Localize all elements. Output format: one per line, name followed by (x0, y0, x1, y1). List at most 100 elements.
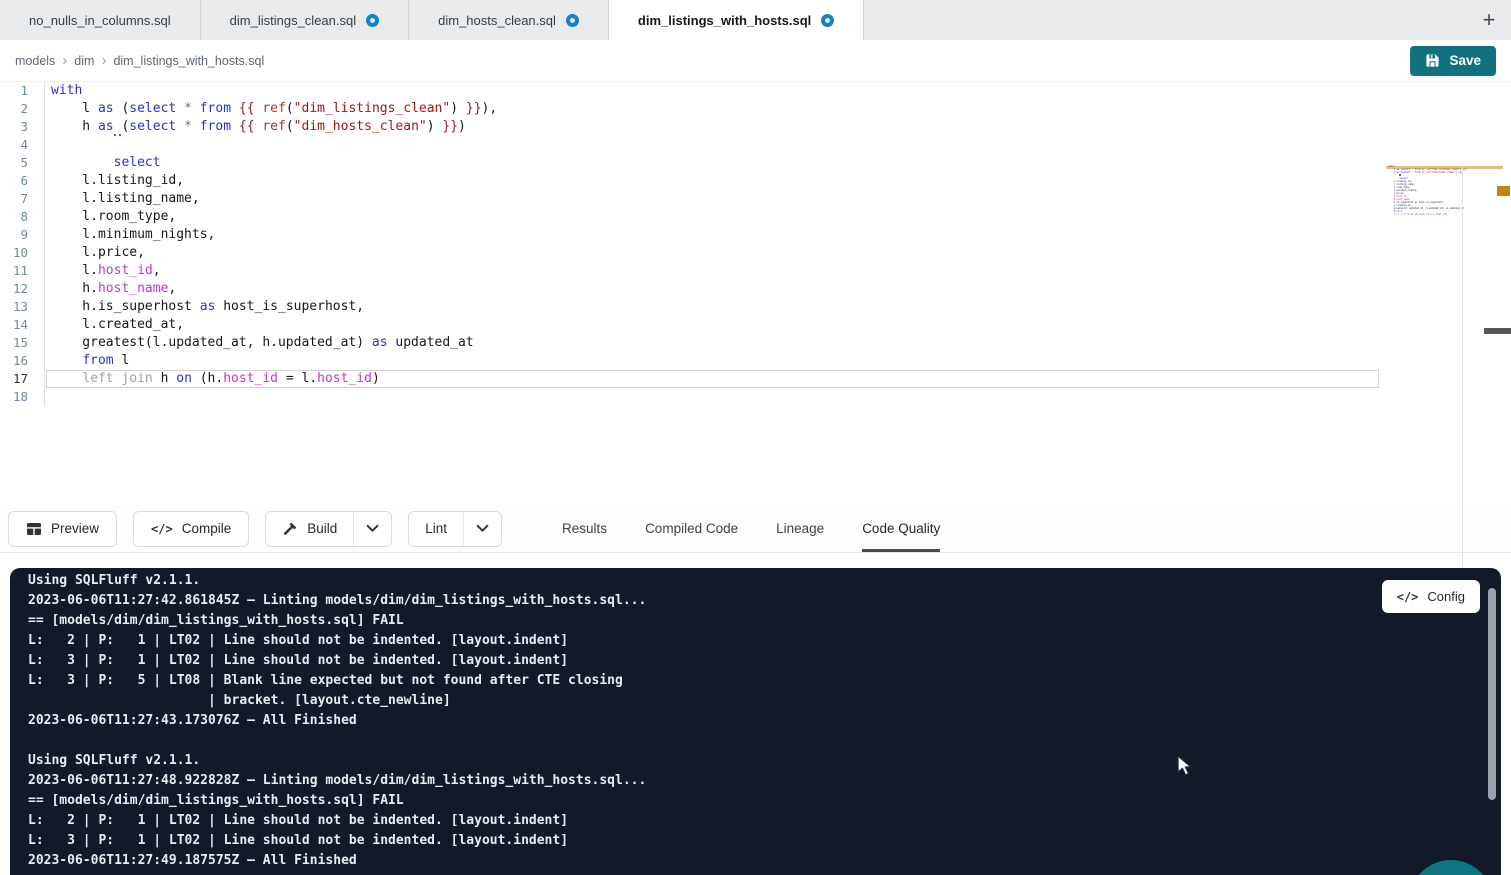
code-line[interactable]: 11 l.host_id, (0, 262, 1386, 280)
terminal-scrollbar[interactable] (1488, 588, 1496, 800)
line-number: 4 (0, 136, 45, 154)
code-line[interactable]: 15 greatest(l.updated_at, h.updated_at) … (0, 334, 1386, 352)
code-line[interactable]: 12 h.host_name, (0, 280, 1386, 298)
terminal-line: L: 3 | P: 5 | LT08 | Blank line expected… (28, 671, 1501, 691)
preview-button[interactable]: Preview (8, 511, 117, 547)
breadcrumb-segment[interactable]: models (15, 54, 55, 68)
terminal-output: Using SQLFluff v2.1.1.2023-06-06T11:27:4… (28, 571, 1501, 871)
code-line[interactable]: 1with (0, 82, 1386, 100)
lint-dropdown-button[interactable] (464, 512, 501, 546)
code-text: left join h on (h.host_id = l.host_id) (45, 370, 380, 388)
tab-label: dim_listings_clean.sql (230, 13, 356, 28)
editor-tab[interactable]: dim_hosts_clean.sql (409, 0, 609, 40)
line-number: 6 (0, 172, 45, 190)
terminal-line: L: 3 | P: 1 | LT02 | Line should not be … (28, 651, 1501, 671)
terminal-line: 2023-06-06T11:27:48.922828Z — Linting mo… (28, 771, 1501, 791)
save-icon (1425, 53, 1440, 68)
new-tab-button[interactable]: + (1467, 0, 1511, 40)
overview-ruler (1462, 164, 1463, 587)
breadcrumb-segment[interactable]: dim_listings_with_hosts.sql (113, 54, 264, 68)
code-line[interactable]: 10 l.price, (0, 244, 1386, 262)
breadcrumb: models›dim›dim_listings_with_hosts.sql (15, 52, 264, 69)
chevron-down-icon (366, 524, 379, 533)
build-button-group: Build (265, 511, 392, 547)
lint-label: Lint (425, 521, 447, 536)
terminal-line: | bracket. [layout.cte_newline] (28, 691, 1501, 711)
build-button[interactable]: Build (266, 512, 353, 546)
code-line[interactable]: 3 h as (select * from {{ ref("dim_hosts_… (0, 118, 1386, 136)
tab-label: no_nulls_in_columns.sql (29, 13, 171, 28)
code-line[interactable]: 16 from l (0, 352, 1386, 370)
line-number: 7 (0, 190, 45, 208)
code-text: with (45, 82, 82, 100)
chevron-down-icon (476, 524, 489, 533)
config-button[interactable]: </> Config (1382, 580, 1480, 613)
line-number: 13 (0, 298, 45, 316)
code-text: l.minimum_nights, (45, 226, 215, 244)
terminal-line: 2023-06-06T11:27:49.187575Z — All Finish… (28, 851, 1501, 871)
panel-tab-results[interactable]: Results (562, 505, 607, 552)
line-number: 12 (0, 280, 45, 298)
code-text: l.listing_name, (45, 190, 200, 208)
breadcrumb-segment[interactable]: dim (74, 54, 94, 68)
line-number: 3 (0, 118, 45, 136)
preview-label: Preview (51, 521, 99, 536)
editor-tab[interactable]: dim_listings_with_hosts.sql (609, 0, 864, 40)
lint-output-terminal: Using SQLFluff v2.1.1.2023-06-06T11:27:4… (10, 568, 1501, 875)
save-button[interactable]: Save (1410, 46, 1496, 76)
compile-button[interactable]: </> Compile (133, 511, 249, 547)
panel-tab-compiled-code[interactable]: Compiled Code (645, 505, 738, 552)
editor-tab[interactable]: dim_listings_clean.sql (201, 0, 409, 40)
code-line[interactable]: 2 l as (select * from {{ ref("dim_listin… (0, 100, 1386, 118)
code-editor[interactable]: 1with2 l as (select * from {{ ref("dim_l… (0, 82, 1511, 505)
code-line[interactable]: 18 (0, 388, 1386, 406)
unsaved-changes-icon (566, 14, 579, 27)
scroll-position-marker[interactable] (1484, 328, 1511, 334)
code-text: h.host_name, (45, 280, 176, 298)
tab-label: dim_hosts_clean.sql (438, 13, 556, 28)
line-number: 10 (0, 244, 45, 262)
minimap-line: h as (select * from {{ ref("dim_hosts_cl… (1388, 171, 1462, 174)
hammer-icon (282, 521, 298, 537)
code-text: l.listing_id, (45, 172, 184, 190)
code-text: greatest(l.updated_at, h.updated_at) as … (45, 334, 474, 352)
line-number: 8 (0, 208, 45, 226)
unsaved-changes-icon (366, 14, 379, 27)
code-text: h as (select * from {{ ref("dim_hosts_cl… (45, 118, 466, 136)
code-line[interactable]: 17 left join h on (h.host_id = l.host_id… (0, 370, 1386, 388)
unsaved-changes-icon (821, 14, 834, 27)
panel-tab-lineage[interactable]: Lineage (776, 505, 824, 552)
lint-button[interactable]: Lint (409, 512, 463, 546)
code-line[interactable]: 9 l.minimum_nights, (0, 226, 1386, 244)
code-text: l.host_id, (45, 262, 161, 280)
editor-tab[interactable]: no_nulls_in_columns.sql (0, 0, 201, 40)
panel-tab-code-quality[interactable]: Code Quality (862, 505, 940, 552)
line-number: 1 (0, 82, 45, 100)
terminal-line: == [models/dim/dim_listings_with_hosts.s… (28, 791, 1501, 811)
line-number: 14 (0, 316, 45, 334)
code-icon: </> (1397, 590, 1419, 604)
editor-tab-strip: no_nulls_in_columns.sql dim_listings_clea… (0, 0, 1511, 40)
code-text (45, 136, 51, 154)
code-area[interactable]: 1with2 l as (select * from {{ ref("dim_l… (0, 82, 1386, 406)
code-line[interactable]: 13 h.is_superhost as host_is_superhost, (0, 298, 1386, 316)
terminal-line: L: 2 | P: 1 | LT02 | Line should not be … (28, 631, 1501, 651)
minimap[interactable]: with l as (select * from {{ ref("dim_lis… (1388, 165, 1462, 219)
line-number: 2 (0, 100, 45, 118)
code-line[interactable]: 5 select (0, 154, 1386, 172)
code-line[interactable]: 4 (0, 136, 1386, 154)
code-text: from l (45, 352, 129, 370)
preview-table-icon (26, 521, 42, 537)
build-dropdown-button[interactable] (354, 512, 391, 546)
tab-label: dim_listings_with_hosts.sql (638, 13, 811, 28)
minimap-line (1388, 216, 1462, 219)
editor-toolbar: Preview </> Compile Build (0, 505, 1511, 553)
code-line[interactable]: 14 l.created_at, (0, 316, 1386, 334)
code-line[interactable]: 7 l.listing_name, (0, 190, 1386, 208)
line-number: 17 (0, 370, 45, 388)
code-text: h.is_superhost as host_is_superhost, (45, 298, 364, 316)
code-line[interactable]: 8 l.room_type, (0, 208, 1386, 226)
line-number: 18 (0, 388, 45, 406)
line-number: 15 (0, 334, 45, 352)
code-line[interactable]: 6 l.listing_id, (0, 172, 1386, 190)
